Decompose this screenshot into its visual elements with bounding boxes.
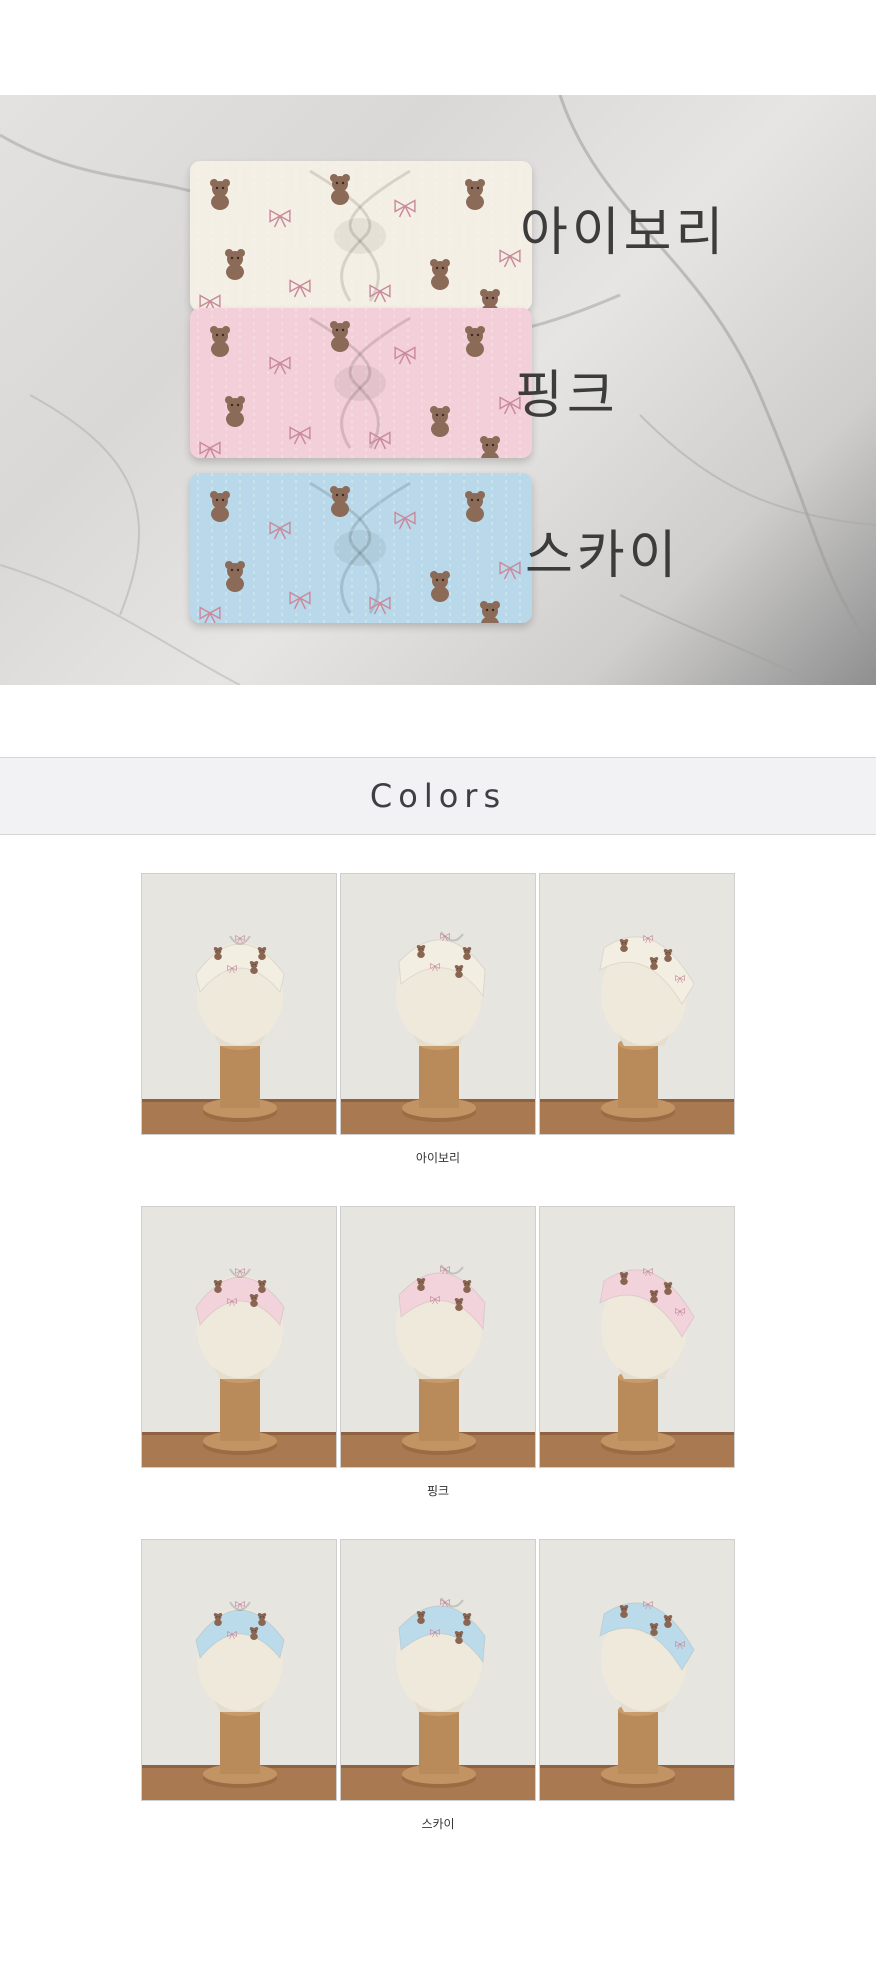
bow-print-icon (269, 356, 291, 375)
mannequin-photo-side (539, 1206, 735, 1468)
sky-headband (190, 473, 532, 623)
colors-title: Colors (369, 777, 507, 815)
mannequin-photo-angle (340, 1206, 536, 1468)
mannequin-photo-front (141, 1206, 337, 1468)
variant-sky: 스카이 (141, 1539, 735, 1832)
mannequin-photo-angle (340, 1539, 536, 1801)
bear-print-icon (225, 561, 245, 592)
bow-print-icon (394, 346, 416, 365)
bear-print-icon (430, 571, 450, 602)
bear-print-icon (210, 491, 230, 522)
bear-print-icon (210, 326, 230, 357)
mannequin-photo-side (539, 873, 735, 1135)
bear-print-icon (210, 179, 230, 210)
hero-label-ivory: 아이보리 (520, 203, 728, 263)
hero-image: 아이보리 핑크 스카이 (0, 95, 876, 685)
bear-print-icon (465, 326, 485, 357)
bow-print-icon (394, 199, 416, 218)
variant-ivory: 아이보리 (141, 873, 735, 1166)
hero-label-sky: 스카이 (525, 526, 681, 586)
bow-print-icon (289, 426, 311, 445)
bear-print-icon (480, 436, 500, 458)
photo-row (141, 873, 735, 1135)
bow-print-icon (199, 606, 221, 623)
photo-row (141, 1539, 735, 1801)
mannequin-photo-angle (340, 873, 536, 1135)
bear-print-icon (330, 174, 350, 205)
bear-print-icon (225, 396, 245, 427)
bow-print-icon (499, 249, 521, 268)
photo-row (141, 1206, 735, 1468)
bow-print-icon (269, 521, 291, 540)
hero-label-pink: 핑크 (515, 366, 619, 426)
bow-print-icon (289, 279, 311, 298)
variant-caption: 스카이 (421, 1817, 455, 1831)
bear-print-icon (465, 491, 485, 522)
bear-print-icon (330, 321, 350, 352)
variant-pink: 핑크 (141, 1206, 735, 1499)
mannequin-photo-front (141, 873, 337, 1135)
mannequin-photo-front (141, 1539, 337, 1801)
bow-print-icon (499, 561, 521, 580)
variant-caption: 아이보리 (415, 1151, 461, 1165)
pink-headband (190, 308, 532, 458)
variant-caption: 핑크 (426, 1484, 450, 1498)
bear-print-icon (465, 179, 485, 210)
bear-print-icon (430, 259, 450, 290)
bow-print-icon (269, 209, 291, 228)
bear-print-icon (225, 249, 245, 280)
bear-print-icon (330, 486, 350, 517)
mannequin-photo-side (539, 1539, 735, 1801)
bear-print-icon (430, 406, 450, 437)
bow-print-icon (199, 441, 221, 458)
ivory-headband (190, 161, 532, 311)
colors-header: Colors (0, 757, 876, 835)
bear-print-icon (480, 601, 500, 623)
bow-print-icon (394, 511, 416, 530)
bow-print-icon (289, 591, 311, 610)
